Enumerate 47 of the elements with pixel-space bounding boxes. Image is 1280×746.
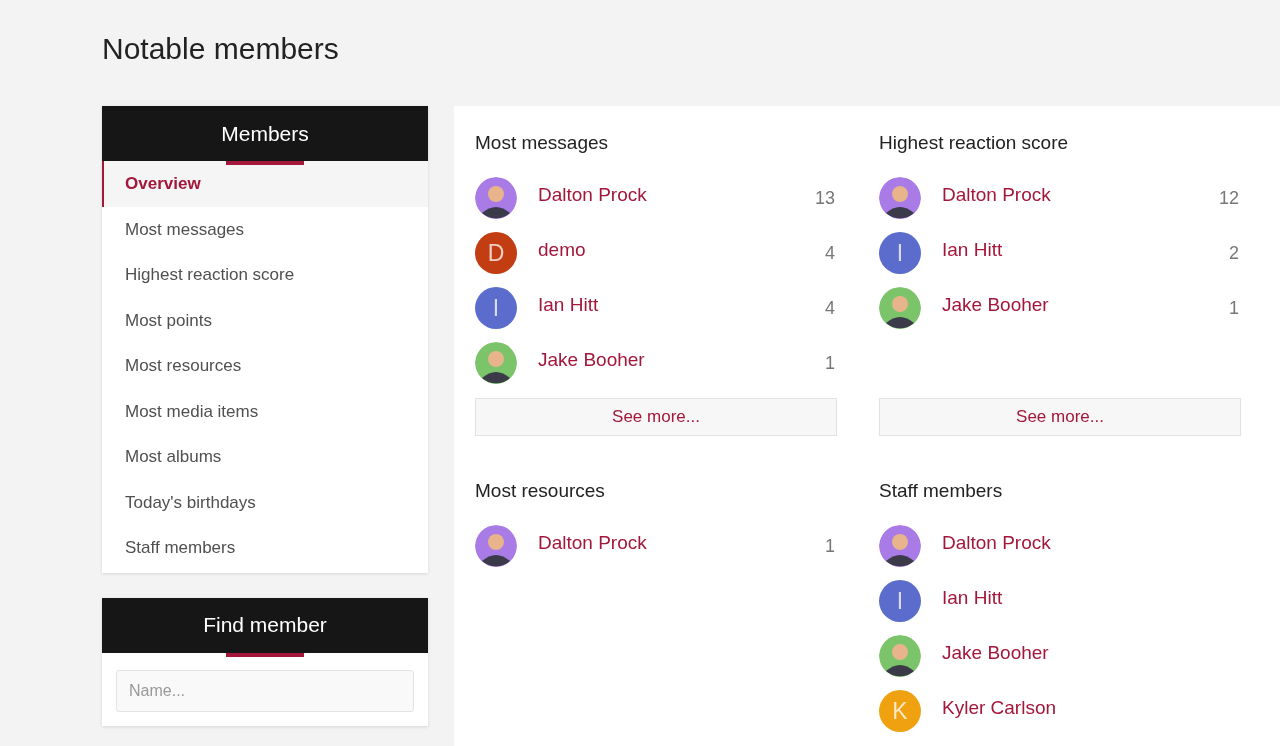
member-count: 2 xyxy=(1229,242,1239,264)
member-name[interactable]: Ian Hitt xyxy=(538,294,599,316)
sidebar-item[interactable]: Most points xyxy=(102,297,428,343)
avatar-icon[interactable] xyxy=(475,342,517,384)
member-name[interactable]: Dalton Prock xyxy=(942,184,1051,206)
avatar[interactable]: D xyxy=(475,232,517,274)
member-count: 1 xyxy=(1229,297,1239,319)
member-count: 12 xyxy=(1218,187,1239,209)
avatar-icon[interactable] xyxy=(879,525,921,567)
avatar-icon[interactable] xyxy=(475,177,517,219)
sidebar-item[interactable]: Staff members xyxy=(102,525,428,571)
member-name[interactable]: Dalton Prock xyxy=(538,532,647,554)
member-name[interactable]: demo xyxy=(538,239,586,261)
member-count: 13 xyxy=(814,187,835,209)
member-count: 1 xyxy=(825,535,835,557)
avatar-icon[interactable] xyxy=(879,635,921,677)
member-name[interactable]: Ian Hitt xyxy=(942,587,1003,609)
section-title: Staff members xyxy=(879,479,1004,503)
section-title: Most resources xyxy=(475,479,606,503)
sidebar-item[interactable]: Highest reaction score xyxy=(102,252,428,298)
avatar-icon[interactable] xyxy=(475,525,517,567)
sidebar-item[interactable]: Overview xyxy=(102,161,428,207)
sidebar-item[interactable]: Most media items xyxy=(102,388,428,434)
member-count: 4 xyxy=(825,242,835,264)
member-name[interactable]: Kyler Carlson xyxy=(942,697,1057,719)
member-name[interactable]: Jake Booher xyxy=(942,294,1049,316)
see-more-button[interactable]: See more... xyxy=(879,398,1241,436)
see-more-button[interactable]: See more... xyxy=(475,398,837,436)
sidebar-item[interactable]: Today's birthdays xyxy=(102,479,428,525)
block-title: Members xyxy=(221,121,309,146)
sidebar-item[interactable]: Most messages xyxy=(102,206,428,252)
member-name[interactable]: Dalton Prock xyxy=(942,532,1051,554)
sidebar-item[interactable]: Most resources xyxy=(102,343,428,389)
member-count: 1 xyxy=(825,352,835,374)
avatar-icon[interactable] xyxy=(879,177,921,219)
sidebar-item[interactable]: Most albums xyxy=(102,434,428,480)
member-name[interactable]: Jake Booher xyxy=(942,642,1049,664)
member-name[interactable]: Jake Booher xyxy=(538,349,645,371)
name-field[interactable]: Name... xyxy=(116,669,414,712)
section-title: Most messages xyxy=(475,131,610,155)
member-count: 4 xyxy=(825,297,835,319)
page-title: Notable members xyxy=(102,31,340,67)
avatar-icon[interactable] xyxy=(879,287,921,329)
member-name[interactable]: Ian Hitt xyxy=(942,239,1003,261)
section-title: Highest reaction score xyxy=(879,131,1070,155)
member-name[interactable]: Dalton Prock xyxy=(538,184,647,206)
block-title: Find member xyxy=(203,613,327,637)
